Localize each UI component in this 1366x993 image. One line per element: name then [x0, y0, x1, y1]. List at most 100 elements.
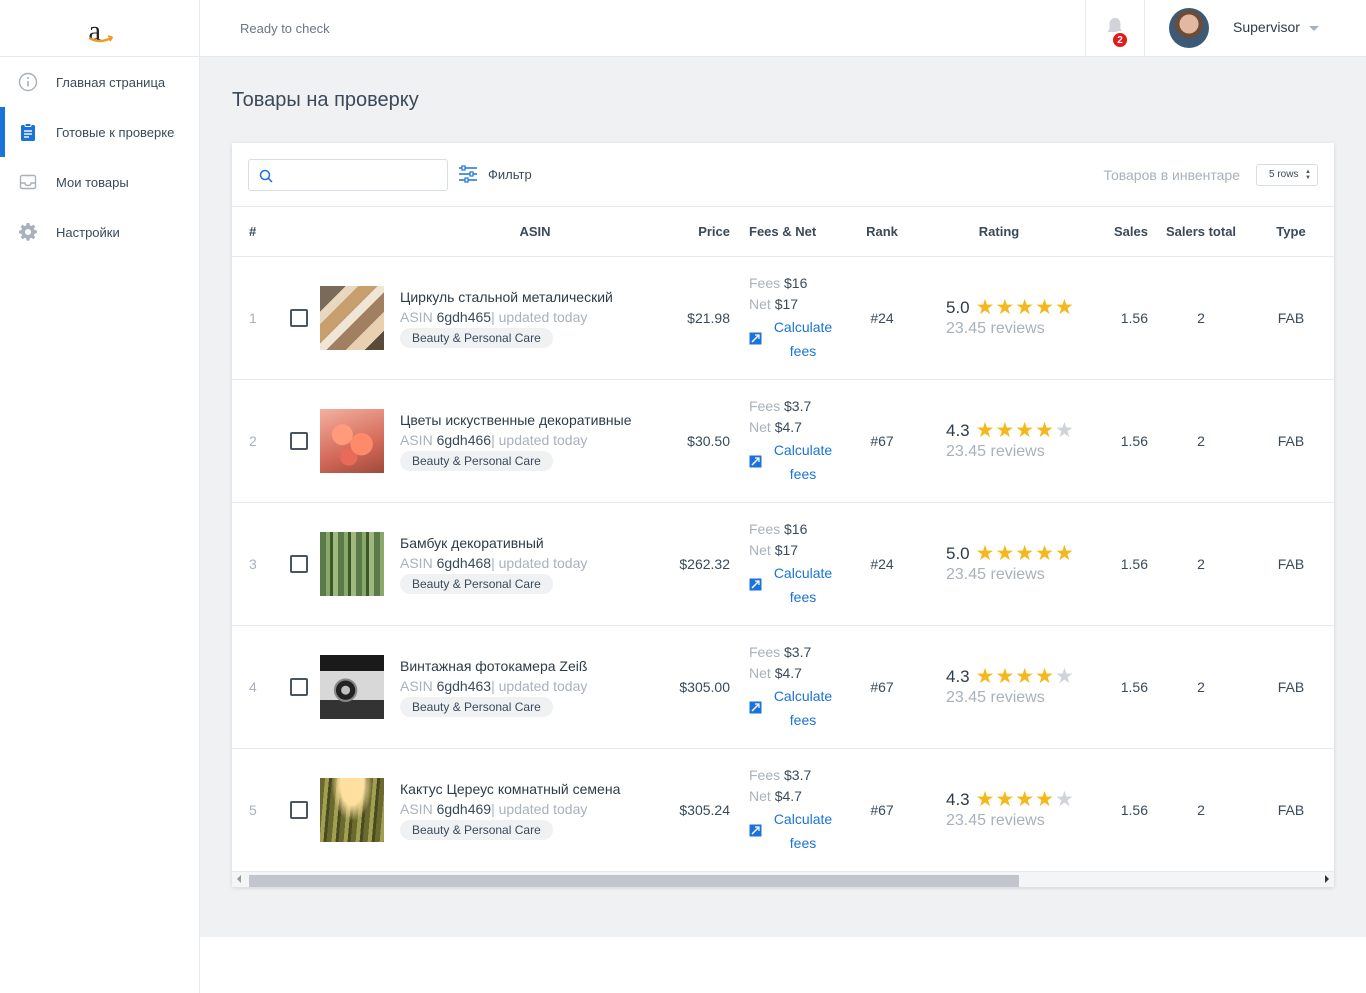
- table-row[interactable]: 4 Винтажная фотокамера Zeiß ASIN 6gdh463…: [232, 625, 1334, 749]
- col-header-number[interactable]: #: [232, 207, 274, 257]
- type-cell: FAB: [1248, 379, 1334, 503]
- clipboard-icon: [18, 122, 38, 142]
- user-name[interactable]: Supervisor: [1233, 19, 1300, 35]
- col-header-fees-net[interactable]: Fees & Net: [730, 207, 850, 257]
- row-checkbox[interactable]: [290, 677, 308, 696]
- notifications-button[interactable]: 2: [1085, 0, 1145, 57]
- reviews-count: 23.45 reviews: [946, 811, 1045, 829]
- rating-value-wrap: 4.3 ★ ★ ★ ★ ★: [946, 418, 1075, 442]
- reviews-count: 23.45 reviews: [946, 319, 1045, 337]
- product-meta: ASIN 6gdh466| updated today: [400, 430, 670, 450]
- chevron-down-icon[interactable]: [1309, 26, 1319, 31]
- row-checkbox[interactable]: [290, 308, 308, 327]
- category-tag: Beauty & Personal Care: [400, 451, 553, 471]
- amazon-logo[interactable]: a: [0, 0, 199, 57]
- avatar[interactable]: [1169, 8, 1209, 48]
- table-row[interactable]: 3 Бамбук декоративный ASIN 6gdh468| upda…: [232, 502, 1334, 626]
- fees-value: $16: [784, 274, 808, 291]
- col-header-type[interactable]: Type: [1248, 207, 1334, 257]
- table-row[interactable]: 2 Цветы искуственные декоративные ASIN 6…: [232, 379, 1334, 503]
- calculate-fees-link[interactable]: Calculate fees: [772, 438, 834, 486]
- asin-label: ASIN: [400, 432, 433, 448]
- type-cell: FAB: [1248, 748, 1334, 872]
- product-name[interactable]: Винтажная фотокамера Zeiß: [400, 656, 652, 676]
- category-tag: Beauty & Personal Care: [400, 328, 553, 348]
- filter-button[interactable]: Фильтр: [458, 165, 532, 183]
- rank-cell: #24: [850, 502, 914, 626]
- table-body: 1 Циркуль стальной металический ASIN 6gd…: [232, 256, 1334, 872]
- scroll-right-icon[interactable]: [1325, 875, 1329, 883]
- rating-value: 5.0: [946, 297, 970, 317]
- star-icon: ★: [1015, 295, 1035, 319]
- asin-value: 6gdh469: [436, 801, 492, 817]
- price-cell: $305.00: [670, 625, 730, 749]
- col-header-asin[interactable]: ASIN: [400, 207, 670, 257]
- product-thumbnail[interactable]: [320, 285, 384, 350]
- rows-select-value: 5 rows: [1269, 169, 1299, 180]
- col-header-sales[interactable]: Sales: [1084, 207, 1154, 257]
- rating-cell: 4.3 ★ ★ ★ ★ ★ 23.45 reviews: [914, 379, 1084, 503]
- star-icon: ★: [975, 787, 995, 811]
- sales-cell: 1.56: [1084, 625, 1154, 749]
- fees-label: Fees: [749, 643, 781, 660]
- products-table: # ASIN Price Fees & Net Rank Rating Sale…: [232, 207, 1334, 872]
- spinner-arrows-icon: ▲ ▼: [1305, 169, 1311, 181]
- product-name[interactable]: Циркуль стальной металический: [400, 287, 652, 307]
- rows-per-page-select[interactable]: 5 rows ▲ ▼: [1256, 164, 1318, 186]
- product-name[interactable]: Цветы искуственные декоративные: [400, 410, 652, 430]
- product-thumbnail[interactable]: [320, 654, 384, 719]
- rank-cell: #67: [850, 379, 914, 503]
- calculate-fees-link[interactable]: Calculate fees: [772, 807, 834, 855]
- row-select-cell: [274, 502, 320, 626]
- page-title: Товары на проверку: [232, 89, 419, 111]
- product-info-cell: Винтажная фотокамера Zeiß ASIN 6gdh463| …: [400, 625, 670, 749]
- product-name[interactable]: Кактус Цереус комнатный семена: [400, 779, 652, 799]
- row-checkbox[interactable]: [290, 554, 308, 573]
- asin-value: 6gdh463: [436, 678, 492, 694]
- asin-label: ASIN: [400, 678, 433, 694]
- scroll-left-icon[interactable]: [237, 875, 241, 883]
- fees-label: Fees: [749, 766, 781, 783]
- col-header-salers-total[interactable]: Salers total: [1154, 207, 1248, 257]
- star-icon: ★: [995, 664, 1015, 688]
- search-input[interactable]: [279, 164, 439, 186]
- row-number: 3: [232, 502, 274, 626]
- row-checkbox[interactable]: [290, 431, 308, 450]
- sidebar-item-ready[interactable]: Готовые к проверке: [0, 107, 199, 157]
- table-row[interactable]: 5 Кактус Цереус комнатный семена ASIN 6g…: [232, 748, 1334, 872]
- net-value: $4.7: [774, 664, 802, 681]
- col-header-rank[interactable]: Rank: [850, 207, 914, 257]
- rating-stars: ★ ★ ★ ★ ★: [975, 787, 1075, 811]
- horizontal-scrollbar[interactable]: [232, 871, 1334, 887]
- star-icon: ★: [995, 295, 1015, 319]
- sidebar-nav: Главная страница Готовые к проверке Мои …: [0, 57, 199, 257]
- product-image-cell: [320, 502, 400, 626]
- calculate-fees-link[interactable]: Calculate fees: [772, 684, 834, 732]
- table-row[interactable]: 1 Циркуль стальной металический ASIN 6gd…: [232, 256, 1334, 380]
- scrollbar-thumb[interactable]: [249, 875, 1019, 887]
- product-thumbnail[interactable]: [320, 777, 384, 842]
- calculate-fees-link[interactable]: Calculate fees: [772, 315, 834, 363]
- row-checkbox[interactable]: [290, 800, 308, 819]
- net-label: Net: [749, 541, 771, 558]
- net-value: $17: [774, 295, 799, 312]
- sidebar-item-my-products[interactable]: Мои товары: [0, 157, 199, 207]
- sidebar-item-home[interactable]: Главная страница: [0, 57, 199, 107]
- product-thumbnail[interactable]: [320, 531, 384, 596]
- col-header-rating[interactable]: Rating: [914, 207, 1084, 257]
- star-icon: ★: [1035, 418, 1054, 442]
- product-name[interactable]: Бамбук декоративный: [400, 533, 652, 553]
- calculate-fees-link-wrap: Calculate fees: [749, 438, 850, 486]
- search-box[interactable]: [248, 159, 448, 191]
- type-cell: FAB: [1248, 502, 1334, 626]
- calculate-fees-link[interactable]: Calculate fees: [772, 561, 834, 609]
- product-thumbnail[interactable]: [320, 408, 384, 473]
- rating-value: 5.0: [946, 543, 970, 563]
- sidebar-item-settings[interactable]: Настройки: [0, 207, 199, 257]
- star-icon: ★: [1054, 787, 1074, 811]
- col-header-price[interactable]: Price: [670, 207, 730, 257]
- net-value: $17: [774, 541, 799, 558]
- salers-total-cell: 2: [1154, 379, 1248, 503]
- asin-label: ASIN: [400, 555, 433, 571]
- status-text: Ready to check: [240, 21, 330, 36]
